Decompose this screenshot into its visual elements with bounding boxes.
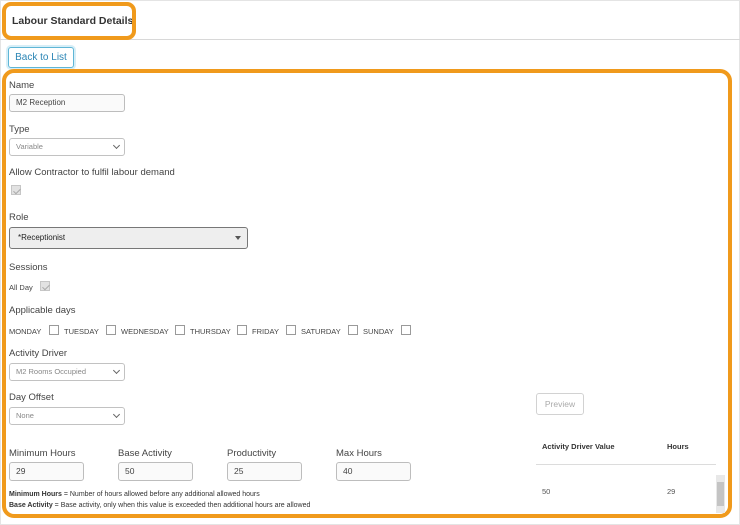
legend-base-activity: Base Activity = Base activity, only when… (9, 502, 310, 509)
day-offset-select-value: None (16, 411, 34, 420)
type-select-value: Variable (16, 142, 43, 151)
column-header-activity-driver-value: Activity Driver Value (542, 442, 615, 451)
day-label-saturday: SATURDAY (301, 327, 341, 336)
name-label: Name (9, 80, 35, 91)
legend-term: Minimum Hours (9, 491, 62, 498)
all-day-checkbox[interactable] (40, 281, 50, 291)
preview-button[interactable]: Preview (536, 393, 584, 415)
table-divider (536, 464, 716, 465)
day-checkbox-monday[interactable] (49, 325, 59, 335)
minimum-hours-label: Minimum Hours (9, 448, 76, 459)
applicable-days-label: Applicable days (9, 305, 76, 316)
column-header-hours: Hours (667, 442, 689, 451)
all-day-label: All Day (9, 283, 33, 292)
chevron-down-icon (112, 410, 121, 419)
day-checkbox-thursday[interactable] (237, 325, 247, 335)
chevron-down-icon (112, 141, 121, 150)
activity-driver-label: Activity Driver (9, 348, 68, 359)
day-checkbox-sunday[interactable] (401, 325, 411, 335)
minimum-hours-input[interactable]: 29 (9, 462, 84, 481)
day-checkbox-saturday[interactable] (348, 325, 358, 335)
day-label-monday: MONDAY (9, 327, 42, 336)
day-offset-select[interactable]: None (9, 407, 125, 425)
name-input[interactable]: M2 Reception (9, 94, 125, 112)
productivity-label: Productivity (227, 448, 277, 459)
role-select[interactable]: *Receptionist (9, 227, 248, 249)
legend-term: Base Activity (9, 502, 53, 509)
day-checkbox-tuesday[interactable] (106, 325, 116, 335)
max-hours-label: Max Hours (336, 448, 382, 459)
legend-text: = Base activity, only when this value is… (52, 502, 311, 509)
activity-driver-select-value: M2 Rooms Occupied (16, 367, 87, 376)
day-label-friday: FRIDAY (252, 327, 279, 336)
role-select-value: *Receptionist (18, 233, 66, 242)
type-select[interactable]: Variable (9, 138, 125, 156)
chevron-down-icon (112, 366, 121, 375)
type-label: Type (9, 124, 30, 135)
table-cell: 50 (542, 487, 551, 496)
productivity-input[interactable]: 25 (227, 462, 302, 481)
day-label-thursday: THURSDAY (190, 327, 231, 336)
legend-text: = Number of hours allowed before any add… (61, 491, 260, 498)
table-cell: 29 (667, 487, 676, 496)
day-label-tuesday: TUESDAY (64, 327, 99, 336)
base-activity-input[interactable]: 50 (118, 462, 193, 481)
day-checkbox-wednesday[interactable] (175, 325, 185, 335)
caret-down-icon (235, 236, 241, 240)
allow-contractor-label: Allow Contractor to fulfil labour demand (9, 167, 175, 178)
back-to-list-button[interactable]: Back to List (8, 47, 74, 68)
base-activity-label: Base Activity (118, 448, 172, 459)
day-offset-label: Day Offset (9, 392, 54, 403)
max-hours-input[interactable]: 40 (336, 462, 411, 481)
day-checkbox-friday[interactable] (286, 325, 296, 335)
activity-driver-select[interactable]: M2 Rooms Occupied (9, 363, 125, 381)
table-scrollbar-thumb[interactable] (717, 482, 724, 506)
legend-minimum-hours: Minimum Hours = Number of hours allowed … (9, 491, 260, 498)
title-highlight (2, 2, 136, 40)
sessions-label: Sessions (9, 262, 48, 273)
day-label-sunday: SUNDAY (363, 327, 394, 336)
role-label: Role (9, 212, 29, 223)
day-label-wednesday: WEDNESDAY (121, 327, 169, 336)
allow-contractor-checkbox[interactable] (11, 185, 21, 195)
